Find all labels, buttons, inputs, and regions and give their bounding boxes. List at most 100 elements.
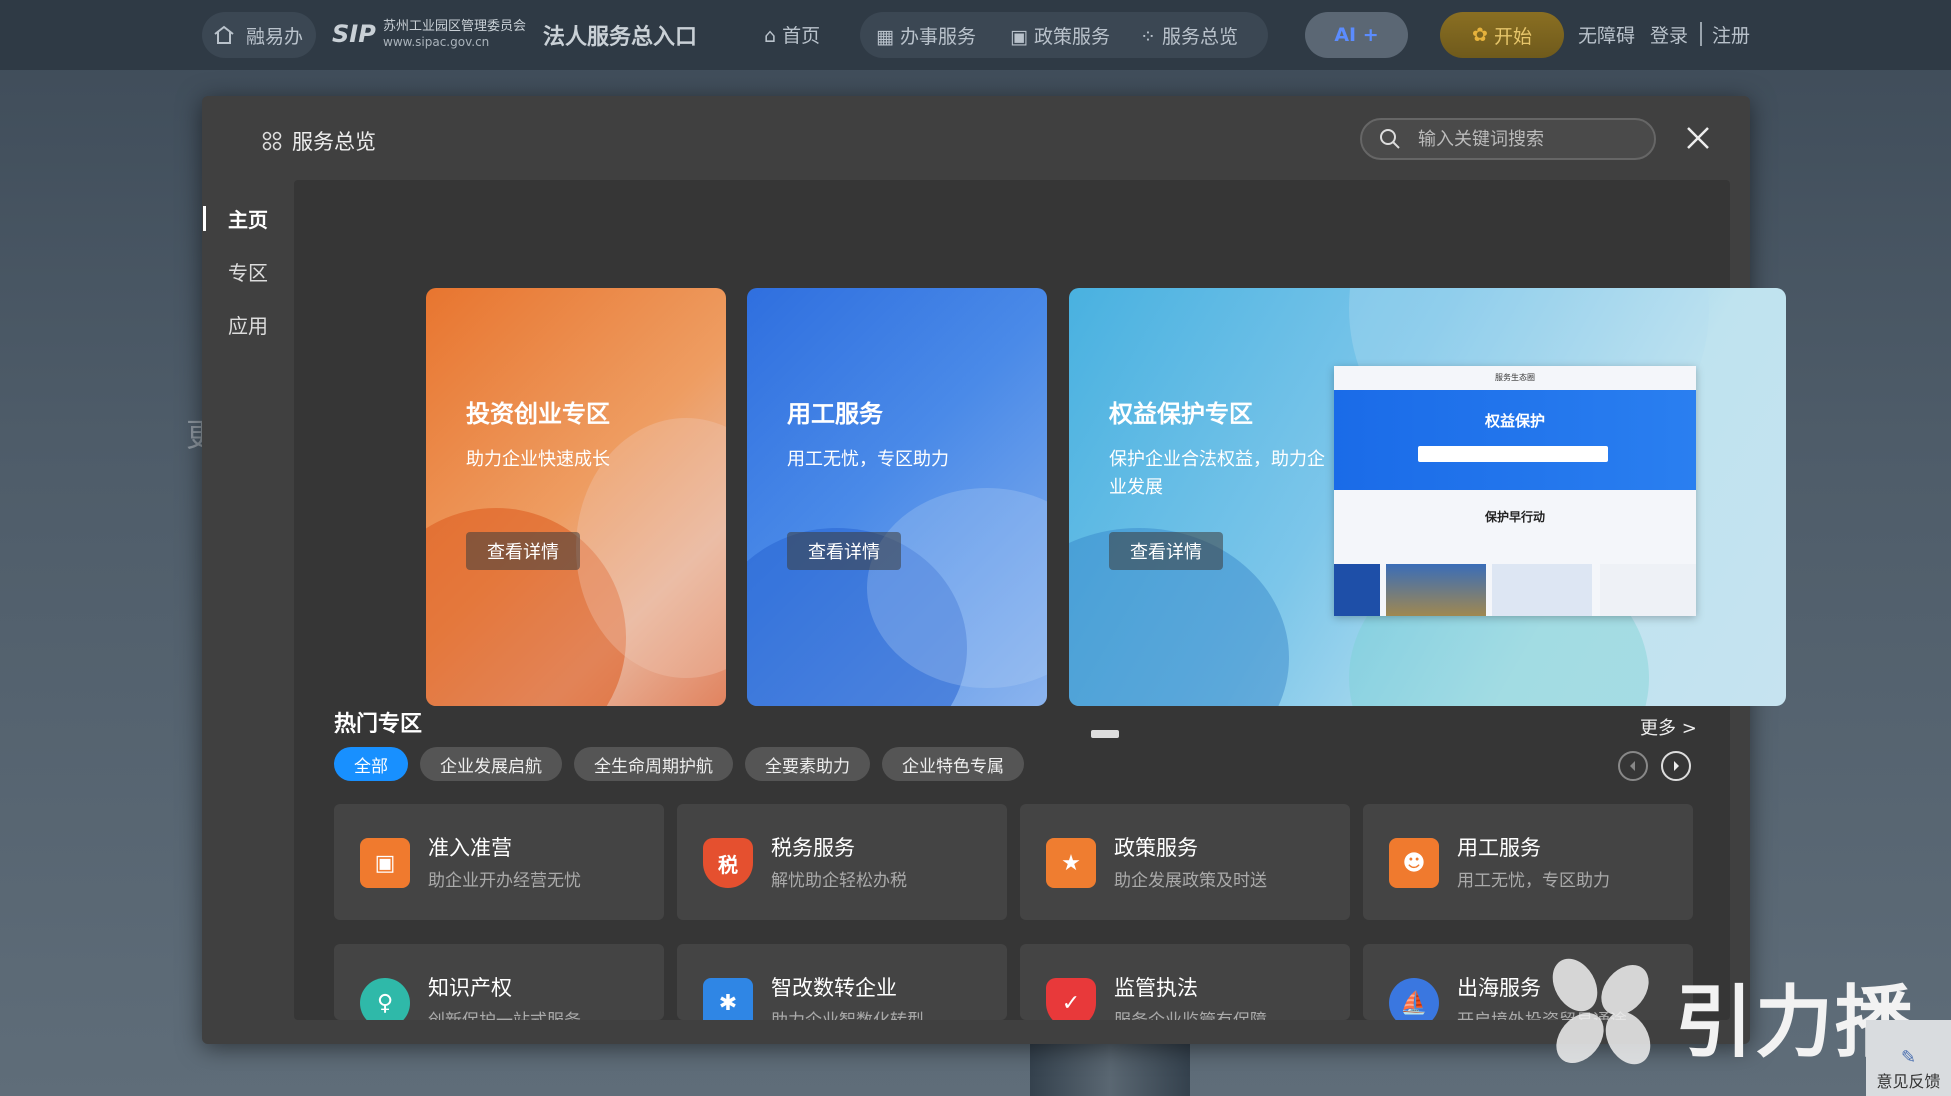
banner-details-button[interactable]: 查看详情 — [787, 532, 901, 570]
feedback-icon: ✎ — [1900, 1047, 1917, 1068]
nav-home-label: 首页 — [782, 25, 821, 47]
nav-overview[interactable]: ⁘ 服务总览 — [1140, 22, 1238, 49]
side-item-zones[interactable]: 专区 — [202, 245, 294, 298]
side-item-home[interactable]: 主页 — [202, 192, 294, 245]
nav-overview-label: 服务总览 — [1162, 25, 1239, 48]
nav-home[interactable]: ⌂ 首页 — [764, 21, 820, 48]
preview-thumbnail — [1600, 564, 1696, 616]
prev-button[interactable] — [1618, 751, 1648, 781]
preview-section-title: 保护早行动 — [1484, 510, 1545, 524]
next-button[interactable] — [1661, 751, 1691, 781]
house-icon — [214, 25, 234, 44]
zone-card[interactable]: ☻ 用工服务 用工无忧，专区助力 — [1363, 804, 1693, 920]
preview-thumbnail — [1334, 564, 1380, 616]
banner-title: 投资创业专区 — [466, 400, 610, 428]
preview-thumbnail — [1492, 564, 1592, 616]
preview-top-label: 服务生态圈 — [1495, 373, 1535, 382]
nav-affairs-label: 办事服务 — [900, 25, 977, 48]
rights-protection-preview-image: 服务生态圈 权益保护 保护早行动 — [1334, 366, 1696, 616]
banner-subtitle: 保护企业合法权益，助力企业发展 — [1109, 449, 1325, 498]
policy-icon: ★ — [1046, 838, 1096, 888]
tab-all[interactable]: 全部 — [334, 747, 408, 781]
card-title: 税务服务 — [771, 836, 855, 860]
card-subtitle: 助力企业智数化转型 — [771, 1006, 924, 1020]
banner-subtitle: 助力企业快速成长 — [466, 449, 610, 470]
nav-home-icon: ⌂ — [764, 25, 777, 47]
side-item-apps[interactable]: 应用 — [202, 298, 294, 351]
ai-button[interactable]: AI + — [1305, 12, 1408, 58]
card-title: 监管执法 — [1114, 976, 1198, 1000]
chevron-left-icon — [1630, 761, 1635, 771]
preview-thumbnail — [1386, 564, 1486, 616]
close-icon[interactable] — [1682, 122, 1714, 154]
search-input[interactable] — [1418, 128, 1638, 150]
card-title: 知识产权 — [428, 976, 512, 1000]
banner-details-button[interactable]: 查看详情 — [1109, 532, 1223, 570]
document-icon: ▣ — [1010, 25, 1028, 48]
hot-zones-title: 热门专区 — [334, 712, 423, 737]
portal-title: 法人服务总入口 — [543, 25, 698, 50]
shield-icon: ✓ — [1046, 978, 1096, 1020]
watermark-logo-icon — [1552, 958, 1651, 1065]
service-overview-modal: 服务总览 主页 专区 应用 投资创业专区 助力企业快速成长 查看详情 用工服务 … — [202, 96, 1786, 1044]
home-button[interactable]: 融易办 — [202, 12, 316, 58]
card-title: 用工服务 — [1457, 836, 1541, 860]
banner-rights-protection[interactable]: 权益保护专区 保护企业合法权益，助力企业发展 查看详情 服务生态圈 权益保护 保… — [1069, 288, 1786, 706]
search-box — [1360, 118, 1656, 160]
modal-title: 服务总览 — [262, 126, 376, 156]
accessibility-link[interactable]: 无障碍 — [1578, 21, 1635, 48]
hot-zone-tabs: 全部 企业发展启航 全生命周期护航 全要素助力 企业特色专属 — [334, 747, 1024, 781]
login-link[interactable]: 登录 — [1650, 21, 1688, 48]
logo-url: www.sipac.gov.cn — [383, 35, 490, 49]
nav-policy[interactable]: ▣ 政策服务 — [1010, 22, 1110, 49]
tax-icon: 税 — [703, 838, 753, 888]
nav-group: ▦ 办事服务 ▣ 政策服务 ⁘ 服务总览 — [860, 12, 1268, 58]
card-subtitle: 解忧助企轻松办税 — [771, 871, 907, 891]
start-button-label: 开始 — [1493, 25, 1532, 48]
banner-title: 用工服务 — [787, 400, 883, 428]
tab-all-factors[interactable]: 全要素助力 — [745, 747, 870, 781]
more-link[interactable]: 更多 > — [1640, 714, 1697, 740]
search-icon[interactable] — [1378, 127, 1402, 151]
zone-card[interactable]: ▣ 准入准营 助企业开办经营无忧 — [334, 804, 664, 920]
sip-logo-text: SIP — [332, 20, 376, 48]
register-link[interactable]: 注册 — [1712, 21, 1750, 48]
card-title: 智改数转企业 — [771, 976, 897, 1000]
preview-title: 权益保护 — [1484, 412, 1545, 430]
banner-employment[interactable]: 用工服务 用工无忧，专区助力 查看详情 — [747, 288, 1047, 706]
side-menu: 主页 专区 应用 — [202, 192, 294, 351]
card-title: 出海服务 — [1457, 976, 1541, 1000]
banner-investment[interactable]: 投资创业专区 助力企业快速成长 查看详情 — [426, 288, 726, 706]
start-button[interactable]: ✿ 开始 — [1440, 12, 1564, 58]
box-icon: ▣ — [360, 838, 410, 888]
grid-icon — [262, 131, 282, 151]
card-title: 政策服务 — [1114, 836, 1198, 860]
zone-card[interactable]: 税 税务服务 解忧助企轻松办税 — [677, 804, 1007, 920]
tab-enterprise-launch[interactable]: 企业发展启航 — [420, 747, 562, 781]
nav-affairs[interactable]: ▦ 办事服务 — [876, 22, 976, 49]
card-title: 准入准营 — [428, 836, 512, 860]
background-image-strip — [1030, 1044, 1190, 1096]
ip-icon: ♀ — [360, 978, 410, 1020]
carousel-indicator[interactable] — [1091, 730, 1119, 738]
tab-special[interactable]: 企业特色专属 — [882, 747, 1024, 781]
top-navigation-bar: 融易办 SIP 苏州工业园区管理委员会 www.sipac.gov.cn 法人服… — [0, 0, 1951, 70]
zone-card[interactable]: ✓ 监管执法 服务企业监管有保障 — [1020, 944, 1350, 1020]
home-button-label: 融易办 — [246, 25, 304, 48]
banner-subtitle: 用工无忧，专区助力 — [787, 449, 949, 470]
feedback-label: 意见反馈 — [1876, 1072, 1941, 1091]
card-subtitle: 助企业开办经营无忧 — [428, 871, 581, 891]
sip-logo: SIP — [332, 20, 376, 48]
zone-card[interactable]: ★ 政策服务 助企发展政策及时送 — [1020, 804, 1350, 920]
banner-details-button[interactable]: 查看详情 — [466, 532, 580, 570]
nav-policy-label: 政策服务 — [1034, 25, 1111, 48]
chevron-right-icon — [1674, 761, 1679, 771]
card-subtitle: 创新保护一站式服务 — [428, 1006, 581, 1020]
tab-lifecycle[interactable]: 全生命周期护航 — [574, 747, 733, 781]
preview-search — [1418, 446, 1608, 462]
zone-card[interactable]: ♀ 知识产权 创新保护一站式服务 — [334, 944, 664, 1020]
worker-icon: ☻ — [1389, 838, 1439, 888]
modal-title-text: 服务总览 — [292, 130, 376, 154]
feedback-button[interactable]: ✎ 意见反馈 — [1866, 1020, 1951, 1096]
zone-card[interactable]: ✱ 智改数转企业 助力企业智数化转型 — [677, 944, 1007, 1020]
